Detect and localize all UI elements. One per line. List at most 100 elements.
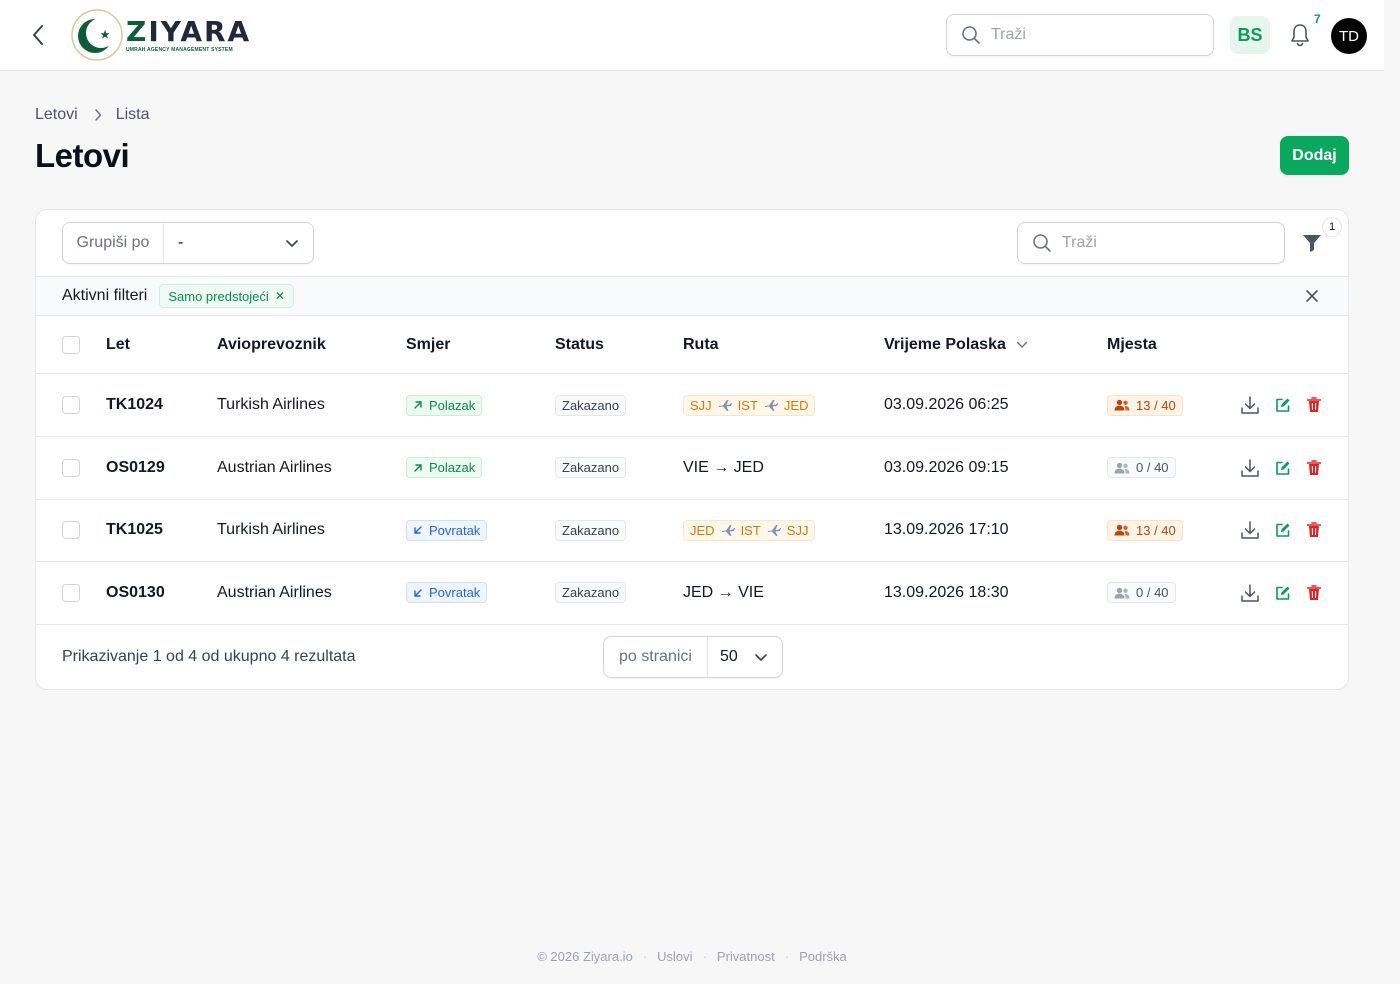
- row-actions: [1240, 562, 1324, 624]
- edit-icon[interactable]: [1273, 395, 1293, 415]
- column-header-let[interactable]: Let: [106, 316, 130, 374]
- row-checkbox[interactable]: [62, 396, 80, 414]
- column-header-smjer[interactable]: Smjer: [406, 316, 450, 374]
- status-badge: Zakazano: [555, 457, 627, 478]
- clear-filters-icon[interactable]: [1304, 288, 1320, 304]
- direction-badge: Povratak: [406, 582, 488, 603]
- group-by-value: -: [178, 234, 184, 251]
- table-search[interactable]: [1017, 222, 1285, 264]
- per-page-control[interactable]: po stranici 50: [603, 636, 783, 678]
- table-toolbar: Grupiši po - 1: [36, 210, 1348, 276]
- table-search-input[interactable]: [1062, 234, 1262, 252]
- global-search-input[interactable]: [991, 26, 1191, 44]
- back-button[interactable]: [26, 22, 50, 48]
- filter-icon[interactable]: [1300, 230, 1324, 254]
- column-header-mjesta[interactable]: Mjesta: [1107, 316, 1157, 374]
- search-icon: [962, 26, 980, 44]
- users-icon: [1114, 399, 1130, 411]
- seats-badge: 13 / 40: [1107, 394, 1183, 416]
- status-badge: Zakazano: [555, 582, 627, 603]
- edit-icon[interactable]: [1273, 458, 1293, 478]
- flight-code[interactable]: OS0130: [106, 562, 165, 624]
- language-switch[interactable]: BS: [1230, 16, 1270, 54]
- footer-link-uslovi[interactable]: Uslovi: [657, 949, 692, 964]
- topbar: ZIYARA UMRAH AGENCY MANAGEMENT SYSTEM BS…: [0, 0, 1384, 71]
- select-all-checkbox[interactable]: [62, 336, 80, 354]
- column-header-ruta[interactable]: Ruta: [683, 316, 719, 374]
- table-row[interactable]: TK1024 Turkish Airlines Polazak Zakazano SJJ…: [36, 374, 1348, 437]
- seats-badge: 0 / 40: [1107, 582, 1176, 603]
- chevron-down-icon: [755, 653, 767, 661]
- route-stop: JED: [690, 522, 715, 538]
- arrow-down-left-icon: [414, 526, 422, 534]
- notification-count: 7: [1314, 12, 1321, 26]
- row-actions: [1240, 374, 1324, 436]
- direction-badge: Povratak: [406, 519, 488, 541]
- download-icon[interactable]: [1240, 520, 1260, 540]
- route-badge: JED IST SJJ: [683, 519, 816, 541]
- remove-filter-icon[interactable]: ✕: [275, 289, 285, 303]
- logo-brand-initial: Z: [126, 14, 149, 48]
- bell-icon[interactable]: [1288, 22, 1312, 48]
- route-text: JED → VIE: [683, 583, 764, 601]
- logo-tagline: UMRAH AGENCY MANAGEMENT SYSTEM: [126, 46, 233, 53]
- users-icon: [1114, 462, 1130, 473]
- table-header: Let Avioprevoznik Smjer Status Ruta Vrij…: [36, 316, 1348, 374]
- airline-name: Austrian Airlines: [217, 458, 332, 476]
- departure-time: 13.09.2026 18:30: [884, 583, 1009, 601]
- route-text: VIE → JED: [683, 458, 764, 476]
- footer: © 2026 Ziyara.io · Uslovi · Privatnost ·…: [537, 949, 847, 964]
- global-search[interactable]: [946, 14, 1214, 56]
- status-badge: Zakazano: [555, 394, 627, 416]
- group-by-label: Grupiši po: [63, 223, 164, 263]
- logo-brand-name: IYARA: [148, 14, 252, 48]
- flight-code[interactable]: TK1025: [106, 499, 163, 561]
- group-by-control[interactable]: Grupiši po -: [62, 222, 314, 264]
- column-header-avioprevoznik[interactable]: Avioprevoznik: [217, 316, 326, 374]
- download-icon[interactable]: [1240, 458, 1260, 478]
- download-icon[interactable]: [1240, 395, 1260, 415]
- per-page-label: po stranici: [604, 637, 708, 677]
- active-filters-bar: Aktivni filteri Samo predstojeći ✕: [36, 276, 1348, 316]
- footer-link-podrska[interactable]: Podrška: [799, 949, 847, 964]
- logo[interactable]: ZIYARA UMRAH AGENCY MANAGEMENT SYSTEM: [71, 9, 251, 61]
- route-stop: SJJ: [786, 522, 809, 538]
- table-row[interactable]: OS0130 Austrian Airlines Povratak Zakazano J…: [36, 562, 1348, 625]
- delete-icon[interactable]: [1304, 395, 1324, 415]
- per-page-select[interactable]: 50: [708, 637, 782, 677]
- row-checkbox[interactable]: [62, 521, 80, 539]
- column-header-vrijeme-polaska[interactable]: Vrijeme Polaska: [884, 316, 1028, 374]
- route-badge: SJJ IST JED: [683, 394, 816, 416]
- flight-code[interactable]: TK1024: [106, 374, 163, 436]
- add-button[interactable]: Dodaj: [1280, 136, 1349, 175]
- table-row[interactable]: TK1025 Turkish Airlines Povratak Zakazano JE…: [36, 499, 1348, 562]
- delete-icon[interactable]: [1304, 520, 1324, 540]
- delete-icon[interactable]: [1304, 458, 1324, 478]
- edit-icon[interactable]: [1273, 583, 1293, 603]
- airline-name: Turkish Airlines: [217, 521, 325, 538]
- route-stop: IST: [737, 397, 758, 413]
- download-icon[interactable]: [1240, 583, 1260, 603]
- edit-icon[interactable]: [1273, 520, 1293, 540]
- filter-chip-label: Samo predstojeći: [168, 288, 269, 304]
- direction-badge: Polazak: [406, 394, 483, 416]
- footer-link-privatnost[interactable]: Privatnost: [717, 949, 775, 964]
- user-avatar[interactable]: TD: [1331, 18, 1367, 54]
- row-checkbox[interactable]: [62, 583, 80, 602]
- airline-name: Turkish Airlines: [217, 396, 325, 413]
- column-header-status[interactable]: Status: [555, 316, 604, 374]
- breadcrumb-item-letovi[interactable]: Letovi: [35, 106, 78, 124]
- flight-code[interactable]: OS0129: [106, 437, 165, 499]
- per-page-value: 50: [720, 648, 738, 665]
- active-filters-label: Aktivni filteri: [62, 287, 148, 304]
- row-actions: [1240, 437, 1324, 499]
- chevron-left-icon: [33, 25, 43, 45]
- plane-icon: [767, 525, 781, 536]
- filter-chip[interactable]: Samo predstojeći ✕: [159, 284, 294, 308]
- table-row[interactable]: OS0129 Austrian Airlines Polazak Zakazano VI…: [36, 437, 1348, 500]
- delete-icon[interactable]: [1304, 583, 1324, 603]
- group-by-select[interactable]: -: [164, 223, 313, 263]
- status-badge: Zakazano: [555, 519, 627, 541]
- row-checkbox[interactable]: [62, 458, 80, 477]
- users-icon: [1114, 524, 1130, 536]
